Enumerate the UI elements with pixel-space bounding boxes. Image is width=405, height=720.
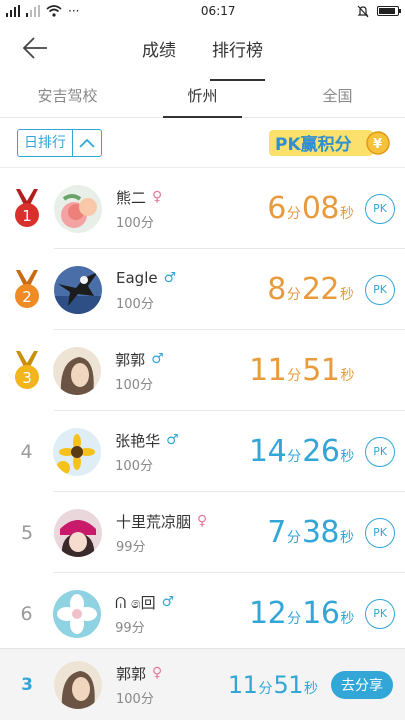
ranking-row[interactable]: 5 十里荒凉胭 ♀ 99分 7 分 38 秒 PK xyxy=(0,492,405,573)
status-bar: ··· 06:17 xyxy=(0,0,405,22)
svg-text:3: 3 xyxy=(22,369,32,387)
avatar[interactable] xyxy=(53,589,102,638)
ranking-row[interactable]: 2 Eagle ♂ 100分 8 分 22 秒 PK xyxy=(0,249,405,330)
silver-medal-orange-icon: 2 xyxy=(15,269,39,308)
rank-number: 5 xyxy=(20,521,34,544)
my-info: 郭郭 ♀ 100分 xyxy=(102,662,212,708)
user-score: 100分 xyxy=(115,459,153,474)
my-score: 100分 xyxy=(116,692,154,707)
pk-button[interactable]: PK xyxy=(365,274,395,305)
my-rank-bar: 3 郭郭 ♀ 100分 11 分 51 秒 去分享 xyxy=(0,648,405,720)
user-score: 100分 xyxy=(116,297,154,312)
user-score: 100分 xyxy=(116,216,154,231)
user-info: 熊二 ♀ 100分 xyxy=(102,186,252,232)
my-name: 郭郭 xyxy=(116,664,147,683)
exam-time: 6 分 08 秒 xyxy=(267,191,354,226)
tab-city[interactable]: 忻州 xyxy=(135,74,270,118)
battery-icon xyxy=(376,6,401,16)
svg-text:1: 1 xyxy=(22,207,32,225)
female-icon: ♀ xyxy=(152,665,163,681)
chevron-up-icon xyxy=(73,130,101,156)
user-info: Eagle ♂ 100分 xyxy=(102,267,252,312)
tab-national[interactable]: 全国 xyxy=(270,74,405,117)
status-time: 06:17 xyxy=(200,4,236,18)
ranking-row[interactable]: 1 熊二 ♀ 100分 6 分 08 秒 PK xyxy=(0,168,405,249)
pk-points-banner[interactable]: PK赢积分 ¥ xyxy=(267,126,391,160)
user-name: 熊二 xyxy=(116,188,147,207)
ranking-period-dropdown[interactable]: 日排行 xyxy=(17,128,102,157)
ranking-row[interactable]: 6 ᕬ ෧回 ♂ 99分 12 分 16 秒 PK xyxy=(0,573,405,654)
gold-medal-red-icon: 1 xyxy=(15,188,39,227)
male-icon: ♂ xyxy=(166,432,179,448)
rank-medal: 2 xyxy=(0,269,54,310)
avatar[interactable] xyxy=(54,508,102,557)
ranking-period-label: 日排行 xyxy=(18,129,73,156)
rank-number: 6 xyxy=(20,602,33,625)
status-dots: ··· xyxy=(68,4,80,18)
avatar[interactable] xyxy=(53,427,102,476)
male-icon: ♂ xyxy=(163,270,177,286)
svg-text:2: 2 xyxy=(22,288,32,306)
user-info: 十里荒凉胭 ♀ 99分 xyxy=(102,510,252,556)
tab-school[interactable]: 安吉驾校 xyxy=(0,74,135,117)
user-name: 十里荒凉胭 xyxy=(116,512,192,531)
wifi-icon xyxy=(46,5,62,17)
pk-button[interactable]: PK xyxy=(365,193,395,224)
user-score: 100分 xyxy=(115,378,153,393)
avatar[interactable] xyxy=(54,184,102,233)
user-name: ᕬ ෧回 xyxy=(115,593,156,612)
pk-button[interactable]: PK xyxy=(365,598,395,629)
signal-2-icon xyxy=(26,5,40,17)
signal-icon xyxy=(6,5,20,17)
pk-banner-text: PK赢积分 xyxy=(275,134,352,155)
user-name: 郭郭 xyxy=(115,350,146,369)
user-score: 99分 xyxy=(116,540,146,555)
avatar[interactable] xyxy=(54,265,102,314)
back-arrow-icon[interactable] xyxy=(20,34,50,62)
avatar[interactable] xyxy=(53,346,102,395)
mute-bell-icon xyxy=(357,5,369,17)
exam-time: 7 分 38 秒 xyxy=(267,515,354,550)
exam-time: 11 分 51 秒 xyxy=(249,353,355,388)
rank-medal: 1 xyxy=(0,188,54,229)
exam-time: 12 分 16 秒 xyxy=(249,596,355,631)
exam-time: 8 分 22 秒 xyxy=(267,272,354,307)
my-rank-number: 3 xyxy=(21,674,33,695)
my-exam-time: 11 分 51 秒 xyxy=(227,670,318,699)
filter-row: 日排行 PK赢积分 ¥ xyxy=(0,118,405,168)
user-info: 张艳华 ♂ 100分 xyxy=(101,429,249,475)
tab-leaderboard[interactable]: 排行榜 xyxy=(210,26,265,81)
my-avatar[interactable] xyxy=(54,660,102,709)
header: 成绩 排行榜 xyxy=(0,22,405,81)
user-info: 郭郭 ♂ 100分 xyxy=(101,348,249,394)
pk-button[interactable]: PK xyxy=(365,517,395,548)
ranking-row[interactable]: 3 郭郭 ♂ 100分 11 分 51 秒 xyxy=(0,330,405,411)
exam-time: 14 分 26 秒 xyxy=(249,434,355,469)
rank-number: 4 xyxy=(20,440,33,463)
bronze-medal-yellow-icon: 3 xyxy=(14,350,39,389)
ranking-row[interactable]: 4 张艳华 ♂ 100分 14 分 26 秒 PK xyxy=(0,411,405,492)
user-name: Eagle xyxy=(116,269,158,287)
ranking-list: 1 熊二 ♀ 100分 6 分 08 秒 PK 2 Eagle ♂ 100分 8 分 22 秒 … xyxy=(0,168,405,654)
user-score: 99分 xyxy=(115,621,145,636)
user-name: 张艳华 xyxy=(115,431,161,450)
coin-icon: ¥ xyxy=(373,137,382,152)
share-button[interactable]: 去分享 xyxy=(331,670,393,699)
male-icon: ♂ xyxy=(151,351,164,367)
rank-medal: 3 xyxy=(0,350,53,391)
region-tabs: 安吉驾校 忻州 全国 xyxy=(0,74,405,118)
tab-scores[interactable]: 成绩 xyxy=(142,26,176,71)
header-tabs: 成绩 排行榜 xyxy=(142,26,265,81)
female-icon: ♀ xyxy=(152,189,163,205)
pk-button[interactable]: PK xyxy=(365,436,395,467)
user-info: ᕬ ෧回 ♂ 99分 xyxy=(101,591,249,637)
male-icon: ♂ xyxy=(161,594,175,610)
female-icon: ♀ xyxy=(197,513,208,529)
